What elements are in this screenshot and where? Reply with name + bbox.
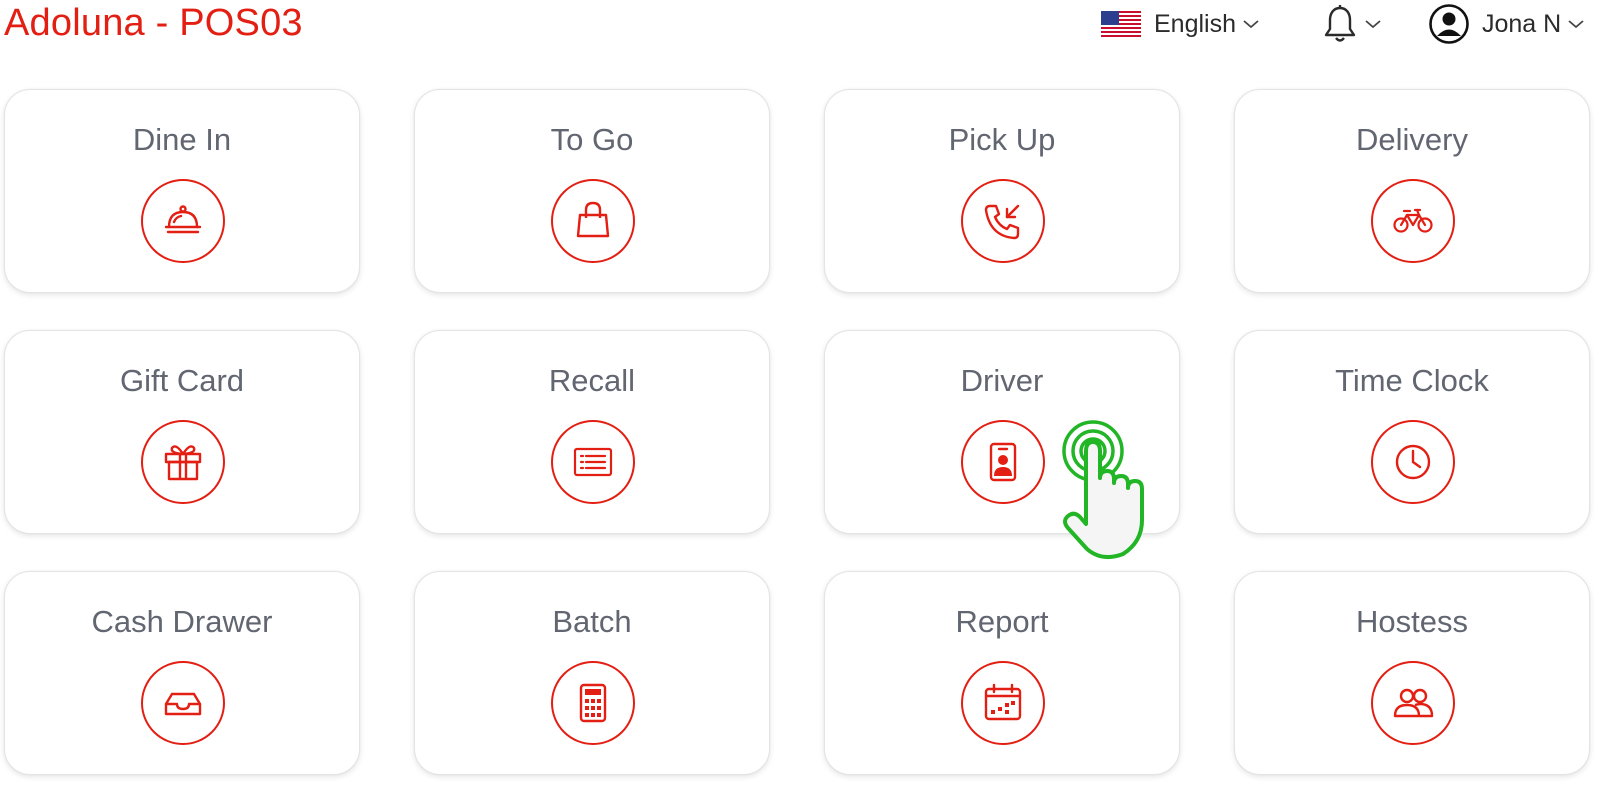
tile-pick-up[interactable]: Pick Up bbox=[824, 89, 1180, 293]
tile-hostess[interactable]: Hostess bbox=[1234, 571, 1590, 775]
chevron-down-icon bbox=[1568, 20, 1584, 29]
bell-icon bbox=[1324, 5, 1356, 42]
tile-label: Recall bbox=[548, 363, 636, 398]
user-name: Jona N bbox=[1482, 9, 1562, 38]
tile-label: Delivery bbox=[1356, 122, 1468, 157]
tile-label: Driver bbox=[960, 363, 1044, 398]
shopping-bag-icon bbox=[576, 201, 610, 238]
tile-label: Batch bbox=[552, 604, 632, 639]
tile-label: Time Clock bbox=[1335, 363, 1489, 398]
tile-label: Cash Drawer bbox=[91, 604, 273, 639]
chevron-down-icon bbox=[1243, 20, 1259, 29]
us-flag-icon bbox=[1101, 11, 1141, 37]
tile-label: Gift Card bbox=[119, 363, 245, 398]
tile-to-go[interactable]: To Go bbox=[414, 89, 770, 293]
tile-time-clock[interactable]: Time Clock bbox=[1234, 330, 1590, 534]
receipt-list-icon bbox=[573, 447, 613, 477]
tile-label: To Go bbox=[550, 122, 634, 157]
tile-label: Report bbox=[955, 604, 1049, 639]
calculator-icon bbox=[579, 683, 607, 723]
cloche-icon bbox=[164, 205, 202, 234]
tile-label: Dine In bbox=[132, 122, 232, 157]
language-selector[interactable]: English bbox=[1101, 4, 1260, 44]
tile-label: Hostess bbox=[1356, 604, 1468, 639]
tile-recall[interactable]: Recall bbox=[414, 330, 770, 534]
user-menu[interactable]: Jona N bbox=[1428, 4, 1585, 44]
tray-icon bbox=[164, 692, 202, 716]
tile-cash-drawer[interactable]: Cash Drawer bbox=[4, 571, 360, 775]
clock-icon bbox=[1395, 444, 1431, 480]
top-bar: Adoluna - POS03 English Jona N bbox=[0, 0, 1600, 52]
tile-delivery[interactable]: Delivery bbox=[1234, 89, 1590, 293]
notifications-button[interactable] bbox=[1322, 4, 1382, 44]
people-icon bbox=[1393, 688, 1434, 718]
id-badge-icon bbox=[989, 442, 1017, 482]
tile-driver[interactable]: Driver bbox=[824, 330, 1180, 534]
gift-icon bbox=[164, 445, 202, 481]
phone-incoming-icon bbox=[984, 204, 1020, 240]
calendar-report-icon bbox=[984, 683, 1022, 721]
tile-dine-in[interactable]: Dine In bbox=[4, 89, 360, 293]
chevron-down-icon bbox=[1365, 20, 1381, 29]
tile-batch[interactable]: Batch bbox=[414, 571, 770, 775]
app-title: Adoluna - POS03 bbox=[4, 2, 303, 44]
bicycle-icon bbox=[1393, 208, 1433, 233]
tile-report[interactable]: Report bbox=[824, 571, 1180, 775]
language-label: English bbox=[1154, 9, 1236, 38]
tile-gift-card[interactable]: Gift Card bbox=[4, 330, 360, 534]
tile-label: Pick Up bbox=[948, 122, 1056, 157]
user-circle-icon bbox=[1429, 4, 1469, 44]
